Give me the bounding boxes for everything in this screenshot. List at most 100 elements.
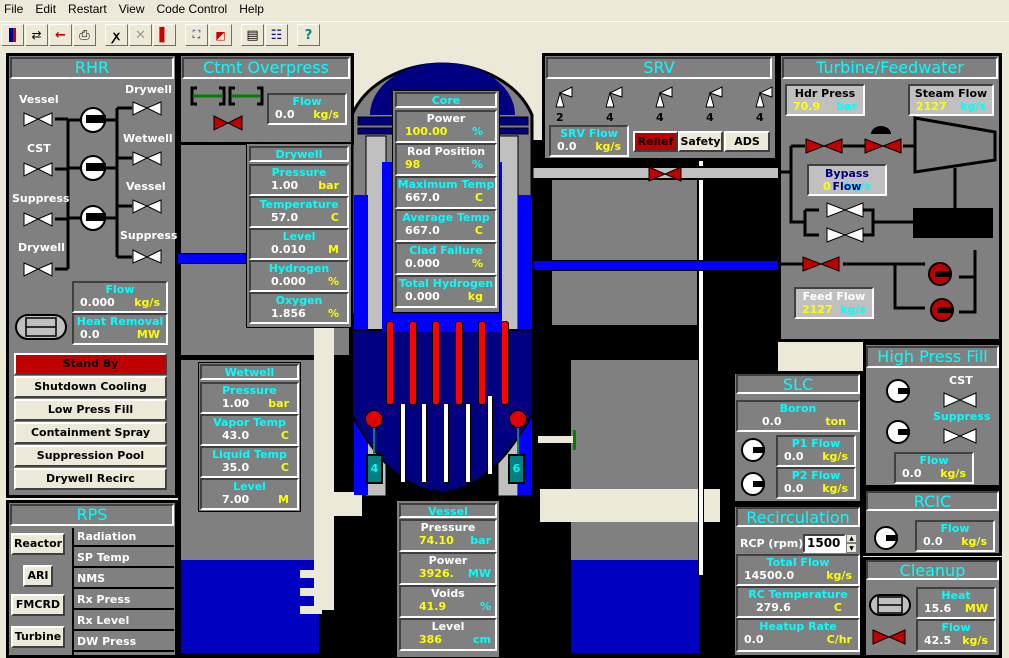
rcp-spin-down[interactable]: ▼	[846, 543, 857, 553]
rhr-valve[interactable]	[22, 161, 54, 177]
srv-valve[interactable]: 4	[652, 85, 676, 125]
safety-valve-icon	[555, 86, 573, 108]
rhr-valve[interactable]	[22, 211, 54, 227]
bypass-flow-readout: Bypass Flow 0 kg/s	[807, 164, 887, 196]
rhr-valve[interactable]	[131, 198, 163, 214]
vent-outlet	[300, 570, 322, 578]
feedwater-valve[interactable]	[802, 257, 840, 273]
srv-relief-button[interactable]: Relief	[633, 131, 678, 152]
steam-flow-readout: Steam Flow 2127 kg/s	[908, 84, 994, 116]
safety-valve-icon	[755, 86, 773, 108]
help-button[interactable]: ?	[297, 24, 320, 46]
rhr-valve[interactable]	[22, 261, 54, 277]
menu-help[interactable]: Help	[233, 0, 270, 18]
rps-signal: Rx Press	[74, 591, 174, 610]
recirc-pump-right	[509, 410, 527, 428]
vessel-readout: Level 386 cm	[399, 618, 497, 651]
srv-valve-count: 4	[656, 111, 664, 124]
srv-valve[interactable]: 2	[552, 85, 576, 125]
rhr-valve-label-left: Vessel	[19, 93, 59, 106]
rps-fmcrd-button[interactable]: FMCRD	[11, 594, 65, 616]
feedwater-pump[interactable]	[928, 262, 954, 288]
rhr-mode-button[interactable]: Low Press Fill	[14, 399, 167, 421]
srv-ads-button[interactable]: ADS	[724, 131, 770, 152]
hpf-suppress-valve[interactable]	[943, 428, 977, 444]
ctmt-vent-valve[interactable]	[212, 116, 244, 132]
slc-pump-1[interactable]	[740, 437, 766, 463]
hpf-valve-label: CST	[949, 374, 973, 387]
hpf-cst-valve[interactable]	[943, 392, 977, 408]
rcp-spin-up[interactable]: ▲	[846, 534, 857, 543]
safety-valve-icon	[705, 86, 723, 108]
rhr-pump[interactable]	[80, 205, 108, 231]
hpf-pump[interactable]	[886, 379, 912, 405]
turbine-stop-valve[interactable]	[805, 139, 843, 155]
rhr-valve[interactable]	[131, 100, 163, 116]
wetwell-readout: Vapor Temp 43.0 C	[200, 414, 299, 446]
rhr-valve-label-right: Suppress	[120, 229, 178, 242]
slc-pump-2[interactable]	[740, 471, 766, 497]
cleanup-heat-exchanger-icon	[870, 595, 912, 617]
plot-button[interactable]: ◩	[209, 24, 232, 46]
rhr-valve[interactable]	[22, 111, 54, 127]
rhr-mode-button[interactable]: Stand By	[14, 353, 167, 375]
core-readout: Clad Failure 0.000%	[395, 242, 497, 275]
rps-turbine-button[interactable]: Turbine	[11, 626, 65, 648]
rps-signal: DW Press	[74, 633, 174, 652]
srv-valve[interactable]: 4	[602, 85, 626, 125]
condenser-icon	[913, 208, 993, 238]
recirc-pump-count-left: 4	[366, 454, 383, 484]
rhr-heat-removal-readout: Heat Removal 0.0 MW	[72, 313, 168, 345]
msiv-valve[interactable]	[648, 165, 684, 183]
drywell-readout: Level 0.010 M	[249, 228, 349, 260]
recirc-pump-left	[365, 410, 383, 428]
rhr-mode-button[interactable]: Suppression Pool Cooling	[14, 445, 167, 480]
rcic-pump[interactable]	[872, 524, 900, 552]
turbine-icon	[915, 118, 995, 172]
wetwell-readout: Level 7.00 M	[200, 478, 299, 510]
cleanup-valve[interactable]	[872, 628, 906, 644]
bypass-valve[interactable]	[826, 203, 864, 219]
checklist-button[interactable]: ☷	[265, 24, 288, 46]
core-title: Core	[395, 92, 497, 108]
rps-signal: NMS	[74, 570, 174, 589]
core-readout: Maximum Temp 667.0 C	[395, 176, 497, 209]
vessel-readout: Power 3926. MW	[399, 552, 497, 585]
rhr-mode-button[interactable]: Drywell Recirc	[14, 468, 167, 490]
vent-pipe-left	[314, 325, 334, 610]
turbine-control-valve[interactable]	[864, 139, 902, 155]
feed-flow-readout: Feed Flow 2127 kg/s	[794, 287, 874, 319]
srv-safety-button[interactable]: Safety	[678, 131, 723, 152]
small-pipe	[538, 436, 574, 443]
rhr-mode-button[interactable]: Containment Spray	[14, 422, 167, 444]
rhr-pump[interactable]	[80, 107, 108, 133]
report-icon: ▤	[246, 27, 259, 43]
rps-ari-button[interactable]: ARI	[23, 565, 53, 587]
recirc-heatup-rate-readout: Heatup Rate 0.0 C/hr	[736, 618, 860, 652]
rps-reactor-button[interactable]: Reactor	[11, 533, 65, 555]
pump-shaft	[373, 428, 375, 455]
bypass-valve[interactable]	[826, 228, 864, 244]
trend-button[interactable]: ⛶	[185, 24, 208, 46]
srv-valve-count: 2	[556, 111, 564, 124]
rhr-valve-label-left: Suppress	[12, 192, 70, 205]
rhr-valve[interactable]	[131, 249, 163, 265]
srv-valve-count: 4	[606, 111, 614, 124]
fuel-assembly	[386, 321, 394, 405]
vessel-readout: Voids 41.9%	[399, 585, 497, 618]
rhr-pump[interactable]	[80, 155, 108, 181]
rhr-valve[interactable]	[131, 150, 163, 166]
rhr-mode-button[interactable]: Shutdown Cooling	[14, 376, 167, 398]
srv-valve[interactable]: 4	[702, 85, 726, 125]
rhr-valve-label-right: Vessel	[126, 180, 166, 193]
control-rod	[465, 403, 471, 483]
report-button[interactable]: ▤	[241, 24, 264, 46]
control-rod	[421, 403, 427, 483]
feedwater-pump[interactable]	[930, 298, 956, 324]
hpf-valve-label: Suppress	[933, 410, 991, 423]
rcp-rpm-input[interactable]: 1500	[803, 534, 846, 553]
core-readout: Rod Position 98%	[395, 143, 497, 176]
vent-pipe-right	[540, 489, 720, 522]
srv-valve[interactable]: 4	[752, 85, 776, 125]
hpf-pump[interactable]	[886, 420, 912, 446]
